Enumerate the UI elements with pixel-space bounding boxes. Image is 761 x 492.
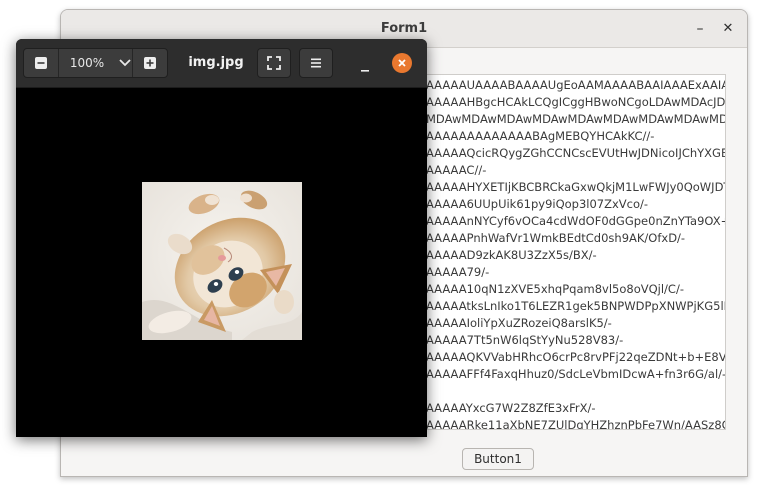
viewer-minimize-button[interactable] — [356, 53, 374, 73]
zoom-value[interactable]: 100% — [59, 49, 115, 77]
base64-text-content: AAAAAUAAAABAAAAUgEoAAMAAAABAAIAAAExAAI AA… — [426, 78, 726, 430]
image-viewer-window: 100% img.jpg — [16, 39, 427, 437]
fullscreen-icon — [267, 56, 281, 70]
viewer-title: img.jpg — [188, 55, 244, 70]
zoom-control: 100% — [23, 48, 168, 78]
minus-icon — [35, 57, 47, 69]
kitten-image — [142, 182, 302, 340]
base64-text-area[interactable]: AAAAAUAAAABAAAAUgEoAAMAAAABAAIAAAExAAI AA… — [425, 74, 726, 430]
fullscreen-button[interactable] — [257, 48, 291, 78]
zoom-out-button[interactable] — [24, 49, 59, 77]
minimize-button[interactable]: – — [690, 19, 710, 39]
close-button[interactable]: ✕ — [718, 19, 738, 39]
close-icon — [398, 59, 406, 67]
menu-button[interactable] — [299, 48, 333, 78]
plus-icon — [144, 57, 156, 69]
hamburger-menu-icon — [311, 58, 321, 68]
viewer-close-button[interactable] — [392, 53, 412, 73]
viewer-headerbar[interactable]: 100% img.jpg — [16, 39, 427, 88]
button1[interactable]: Button1 — [462, 448, 534, 470]
zoom-in-button[interactable] — [132, 49, 167, 77]
minimize-icon — [361, 70, 369, 72]
chevron-down-icon — [119, 59, 131, 67]
